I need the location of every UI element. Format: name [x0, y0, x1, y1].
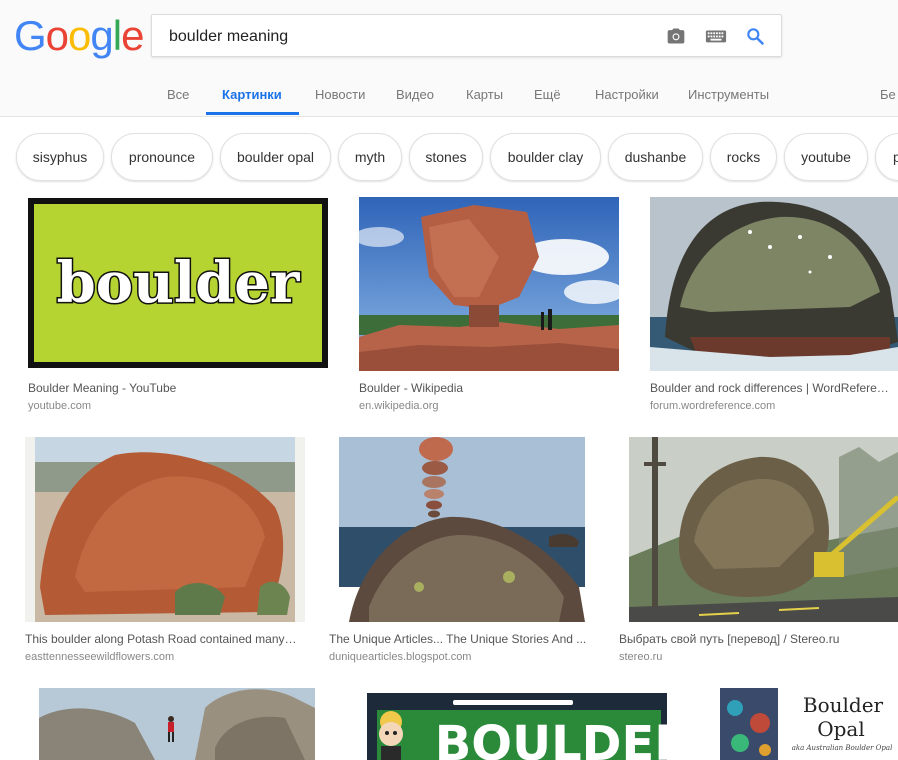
chip-dushanbe[interactable]: dushanbe [608, 133, 703, 181]
image-result[interactable]: Boulder and rock differences | WordRefer… [650, 197, 898, 413]
logo-letter: g [90, 12, 113, 59]
search-box [151, 14, 782, 58]
result-image[interactable] [650, 197, 898, 371]
result-image[interactable] [329, 437, 595, 622]
chip-pronounce[interactable]: pronounce [111, 133, 213, 181]
header: Google Все Картинки Новости Видео Карты … [0, 0, 898, 117]
camera-icon[interactable] [665, 26, 687, 46]
chip-boulder-clay[interactable]: boulder clay [490, 133, 601, 181]
chip-myth[interactable]: myth [338, 133, 402, 181]
boulder-banner-word: BOULDER [435, 716, 681, 760]
image-result[interactable]: Boulder Opal aka Australian Boulder Opal [705, 688, 898, 760]
result-source: stereo.ru [619, 651, 663, 663]
result-source: easttennesseewildflowers.com [25, 651, 175, 663]
image-result[interactable] [25, 688, 315, 760]
opal-caption: aka Australian Boulder Opal [792, 744, 893, 752]
opal-title-line1: Boulder [803, 693, 884, 717]
logo-letter: l [112, 12, 122, 59]
result-title[interactable]: This boulder along Potash Road contained… [25, 632, 297, 646]
result-title[interactable]: Выбрать свой путь [перевод] / Stereo.ru [619, 632, 889, 646]
logo-letter: o [45, 12, 69, 59]
result-source: duniquearticles.blogspot.com [329, 651, 472, 663]
result-title[interactable]: Boulder Meaning - YouTube [28, 381, 328, 395]
safesearch-link[interactable]: Бе [880, 87, 896, 102]
result-title[interactable]: The Unique Articles... The Unique Storie… [329, 632, 587, 646]
chip-sisyphus[interactable]: sisyphus [16, 133, 104, 181]
image-result[interactable]: Boulder - Wikipedia en.wikipedia.org [359, 197, 619, 413]
chip-partial[interactable]: p [875, 133, 898, 181]
tab-tools[interactable]: Инструменты [688, 87, 769, 102]
result-title[interactable]: Boulder - Wikipedia [359, 381, 619, 395]
tab-all[interactable]: Все [167, 87, 189, 102]
image-result[interactable]: Выбрать свой путь [перевод] / Stereo.ru … [619, 437, 898, 664]
tab-video[interactable]: Видео [396, 87, 434, 102]
image-result[interactable]: This boulder along Potash Road contained… [25, 437, 305, 664]
logo-letter: G [14, 12, 47, 59]
result-image[interactable] [25, 437, 305, 622]
tab-more[interactable]: Ещё [534, 87, 561, 102]
result-image[interactable]: BOULDER [353, 688, 681, 760]
result-title[interactable]: Boulder and rock differences | WordRefer… [650, 381, 895, 395]
search-icon[interactable] [744, 26, 766, 46]
result-source: youtube.com [28, 400, 91, 412]
logo-letter: o [68, 12, 91, 59]
opal-title-line2: Opal [817, 717, 865, 741]
chip-boulder-opal[interactable]: boulder opal [220, 133, 331, 181]
search-input[interactable] [167, 15, 651, 58]
result-image[interactable]: Boulder Opal aka Australian Boulder Opal [705, 688, 898, 760]
image-result[interactable]: boulder Boulder Meaning - YouTube youtub… [28, 198, 328, 413]
google-logo[interactable]: Google [14, 12, 144, 59]
result-image[interactable] [359, 197, 619, 371]
tab-images[interactable]: Картинки [222, 87, 282, 102]
chip-stones[interactable]: stones [409, 133, 483, 181]
result-image[interactable] [619, 437, 898, 622]
related-searches: sisyphus pronounce boulder opal myth sto… [0, 133, 898, 183]
search-tabs: Все Картинки Новости Видео Карты Ещё Нас… [0, 80, 898, 116]
result-source: forum.wordreference.com [650, 400, 776, 412]
tab-settings[interactable]: Настройки [595, 87, 659, 102]
active-tab-indicator [206, 112, 299, 115]
result-image[interactable] [25, 688, 315, 760]
boulder-word: boulder [57, 250, 301, 316]
keyboard-icon[interactable] [705, 26, 727, 46]
image-result[interactable]: The Unique Articles... The Unique Storie… [329, 437, 595, 664]
result-source: en.wikipedia.org [359, 400, 439, 412]
chip-youtube[interactable]: youtube [784, 133, 868, 181]
tab-news[interactable]: Новости [315, 87, 365, 102]
result-image[interactable]: boulder [28, 198, 328, 368]
tab-maps[interactable]: Карты [466, 87, 503, 102]
chip-rocks[interactable]: rocks [710, 133, 777, 181]
logo-letter: e [121, 12, 144, 59]
image-result[interactable]: BOULDER [353, 688, 681, 760]
